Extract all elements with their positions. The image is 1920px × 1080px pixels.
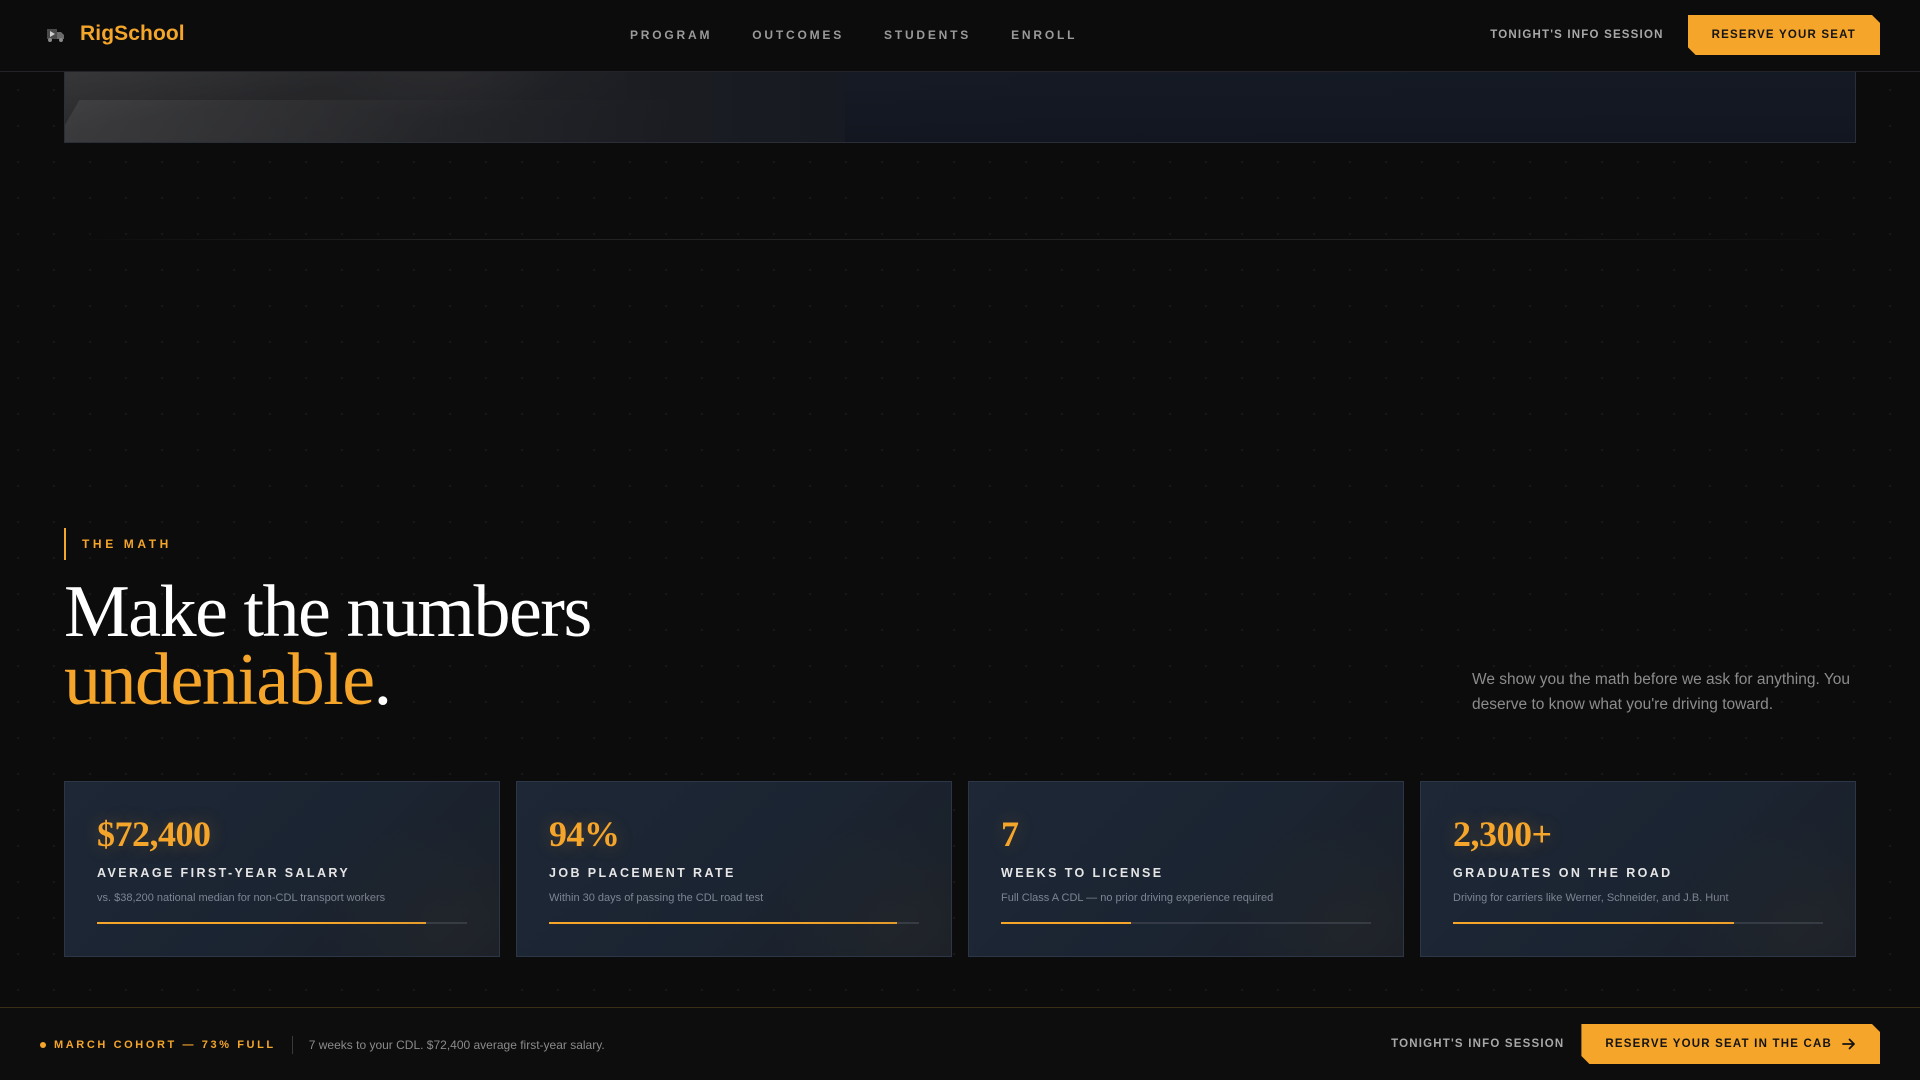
stat-note: Within 30 days of passing the CDL road t… — [549, 892, 764, 904]
section-eyebrow: THE MATH — [64, 528, 172, 560]
status-dot-icon — [40, 1041, 46, 1048]
stat-note: Driving for carriers like Werner, Schnei… — [1453, 892, 1729, 904]
stat-progress-fill — [549, 922, 897, 924]
stats-grid: $72,400 AVERAGE FIRST-YEAR SALARY vs. $3… — [64, 781, 1856, 957]
section-divider — [64, 239, 1856, 240]
nav-link-students[interactable]: STUDENTS — [884, 28, 971, 42]
primary-nav: PROGRAM OUTCOMES STUDENTS ENROLL — [630, 28, 1077, 42]
stat-label: WEEKS TO LICENSE — [1001, 866, 1164, 880]
reserve-seat-button[interactable]: RESERVE YOUR SEAT — [1688, 15, 1880, 55]
bar-actions: TONIGHT'S INFO SESSION RESERVE YOUR SEAT… — [1391, 1024, 1880, 1064]
bar-separator — [291, 1035, 293, 1054]
stat-progress-fill — [1001, 922, 1131, 924]
stat-progress-track — [1001, 922, 1371, 924]
cohort-status: MARCH COHORT — 73% FULL 7 weeks to your … — [40, 1008, 605, 1080]
stat-value: 2,300+ — [1453, 814, 1552, 854]
stat-value: 7 — [1001, 814, 1019, 854]
stat-card-placement: 94% JOB PLACEMENT RATE Within 30 days of… — [516, 781, 952, 957]
bar-info-session-link[interactable]: TONIGHT'S INFO SESSION — [1391, 1038, 1564, 1050]
stat-card-graduates: 2,300+ GRADUATES ON THE ROAD Driving for… — [1420, 781, 1856, 957]
stat-progress-fill — [97, 922, 427, 924]
stat-progress-fill — [1453, 922, 1735, 924]
stat-progress-track — [1453, 922, 1823, 924]
stat-label: JOB PLACEMENT RATE — [549, 866, 736, 880]
nav-link-outcomes[interactable]: OUTCOMES — [752, 28, 844, 42]
nav-link-program[interactable]: PROGRAM — [630, 28, 712, 42]
cohort-text: MARCH COHORT — 73% FULL — [54, 1038, 276, 1051]
stat-card-salary: $72,400 AVERAGE FIRST-YEAR SALARY vs. $3… — [64, 781, 500, 957]
hero-image — [64, 60, 1856, 143]
section-lede: We show you the math before we ask for a… — [1472, 671, 1850, 713]
headline-period: . — [373, 639, 393, 721]
nav-actions: TONIGHT'S INFO SESSION RESERVE YOUR SEAT — [1490, 15, 1880, 55]
stat-card-weeks: 7 WEEKS TO LICENSE Full Class A CDL — no… — [968, 781, 1404, 957]
stat-note: vs. $38,200 national median for non-CDL … — [97, 892, 386, 904]
eyebrow-text: THE MATH — [82, 537, 172, 551]
arrow-right-icon — [1842, 1038, 1856, 1050]
bar-message: 7 weeks to your CDL. $72,400 average fir… — [308, 1037, 605, 1052]
stat-value: 94% — [549, 814, 620, 854]
sticky-enroll-bar: MARCH COHORT — 73% FULL 7 weeks to your … — [0, 1007, 1920, 1080]
brand-home-link[interactable]: RigSchool — [44, 22, 185, 46]
stat-label: AVERAGE FIRST-YEAR SALARY — [97, 866, 351, 880]
reserve-seat-cab-button[interactable]: RESERVE YOUR SEAT IN THE CAB — [1581, 1024, 1880, 1064]
section-headline: Make the numbers undeniable. — [64, 575, 592, 717]
stat-value: $72,400 — [97, 814, 211, 854]
stat-progress-track — [97, 922, 467, 924]
nav-link-enroll[interactable]: ENROLL — [1011, 28, 1077, 42]
stat-note: Full Class A CDL — no prior driving expe… — [1001, 892, 1274, 904]
brand-name: RigSchool — [80, 22, 185, 45]
info-session-link[interactable]: TONIGHT'S INFO SESSION — [1490, 29, 1663, 41]
truck-logo-icon — [47, 29, 64, 42]
stat-label: GRADUATES ON THE ROAD — [1453, 866, 1673, 880]
stat-progress-track — [549, 922, 919, 924]
headline-accent: undeniable — [64, 639, 375, 721]
top-nav: RigSchool PROGRAM OUTCOMES STUDENTS ENRO… — [0, 0, 1920, 72]
reserve-seat-cab-label: RESERVE YOUR SEAT IN THE CAB — [1605, 1038, 1832, 1050]
